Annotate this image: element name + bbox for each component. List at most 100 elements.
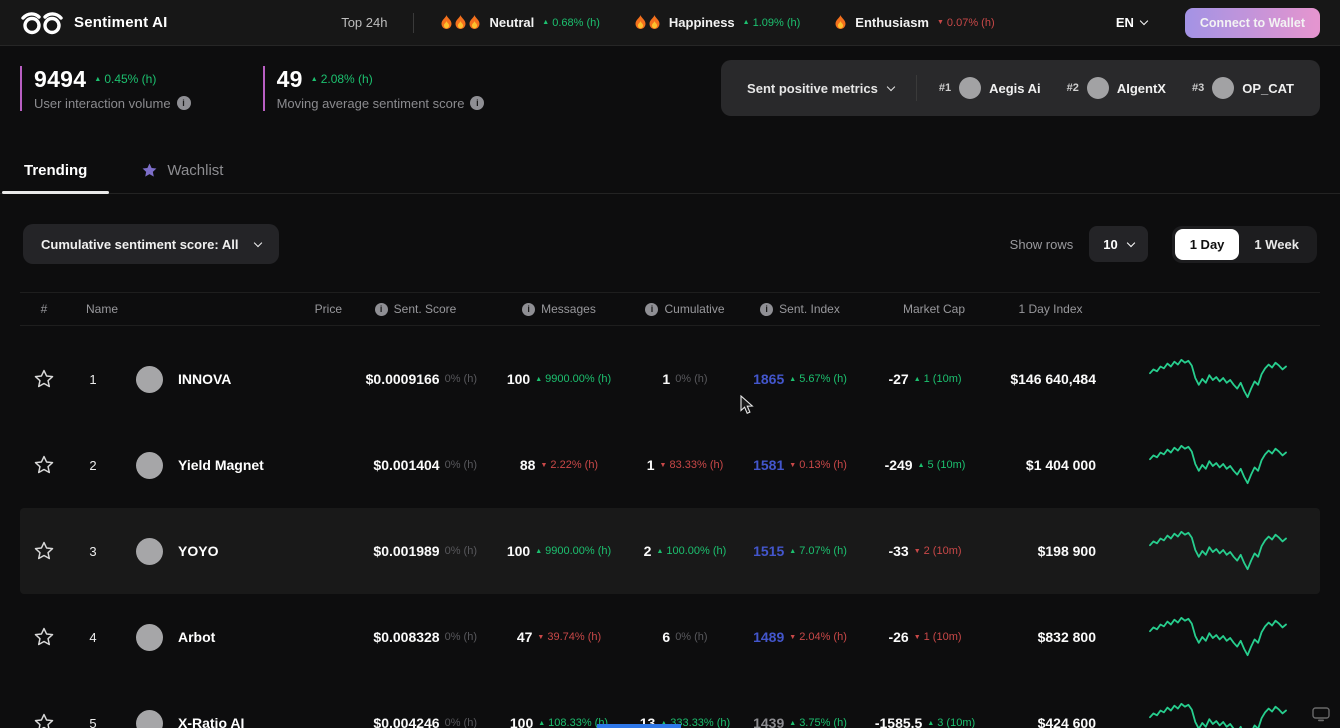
triangle-up-icon: ▲ [918, 462, 925, 469]
row-cumulative: 1581 ▼0.13% (h) [735, 457, 865, 473]
favorite-star-icon [33, 454, 55, 476]
row-rank: 2 [68, 458, 118, 473]
navbar-metric-neutral: Neutral ▲0.68% (h) [440, 15, 599, 30]
table-row[interactable]: 2Yield Magnet$0.0014040% (h)88▼2.22% (h)… [20, 422, 1320, 508]
score-value: 100 [510, 715, 533, 728]
cumulative-value[interactable]: 1439 [753, 715, 784, 728]
messages-change: 0% (h) [675, 631, 707, 643]
triangle-up-icon: ▲ [789, 548, 796, 555]
row-price: $0.0083280% (h) [348, 629, 483, 645]
coin-name: Aegis Ai [989, 81, 1041, 96]
row-sent-index: -27▲1 (10m) [865, 371, 985, 387]
ranking-metric-dropdown[interactable]: Sent positive metrics [747, 81, 894, 96]
sentiment-score-filter-dropdown[interactable]: Cumulative sentiment score: All [23, 224, 279, 264]
info-icon[interactable]: i [470, 96, 484, 110]
price-value: $0.001404 [373, 457, 439, 473]
change-text: 5 (10m) [928, 459, 966, 471]
favorite-star-button[interactable] [20, 712, 68, 728]
price-change: 0% (h) [445, 459, 477, 471]
favorite-star-button[interactable] [20, 626, 68, 648]
brand: Sentiment AI [20, 11, 220, 35]
period-button-1-week[interactable]: 1 Week [1239, 229, 1314, 260]
metric-change: ▲0.68% (h) [542, 17, 600, 29]
row-messages: 1▼83.33% (h) [635, 457, 735, 473]
info-icon[interactable]: i [760, 303, 773, 316]
coin-avatar [136, 452, 163, 479]
rank-number: #1 [939, 82, 951, 94]
triangle-down-icon: ▼ [789, 634, 796, 641]
coin-avatar [136, 710, 163, 728]
change-text: 39.74% (h) [547, 631, 601, 643]
favorite-star-button[interactable] [20, 540, 68, 562]
row-rank: 4 [68, 630, 118, 645]
change-text: 0.68% (h) [552, 17, 600, 29]
tab-wachlist[interactable]: Wachlist [119, 150, 245, 193]
bottom-progress-fragment [597, 724, 681, 728]
row-rank: 1 [68, 372, 118, 387]
ranking-item[interactable]: #3OP_CAT [1192, 77, 1294, 99]
table-row[interactable]: 1INNOVA$0.00091660% (h)100▲9900.00% (h)1… [20, 336, 1320, 422]
metric-change: ▲1.09% (h) [743, 17, 801, 29]
header-label: Messages [541, 302, 596, 316]
table-row[interactable]: 4Arbot$0.0083280% (h)47▼39.74% (h)60% (h… [20, 594, 1320, 680]
score-value: 47 [517, 629, 533, 645]
messages-value: 1 [662, 371, 670, 387]
column-header-cumulative: iCumulative [635, 302, 735, 316]
change-text: 3.75% (h) [799, 717, 847, 728]
score-change: ▼2.22% (h) [540, 459, 598, 471]
price-value: $0.004246 [373, 715, 439, 728]
row-sparkline-cell [1116, 611, 1320, 663]
triangle-up-icon: ▲ [311, 76, 318, 83]
price-sparkline-chart [1148, 439, 1288, 491]
triangle-down-icon: ▼ [914, 634, 921, 641]
change-text: 7.07% (h) [799, 545, 847, 557]
price-sparkline-chart [1148, 353, 1288, 405]
column-header-messages: i Messages [483, 302, 635, 316]
price-change: 0% (h) [445, 545, 477, 557]
coin-name: Yield Magnet [178, 457, 264, 473]
fire-icon [834, 15, 847, 30]
change-text: 5.67% (h) [799, 373, 847, 385]
row-sparkline-cell [1116, 697, 1320, 728]
favorite-star-button[interactable] [20, 454, 68, 476]
stat-value: 49 [277, 66, 303, 93]
sent-index-value: -33 [888, 543, 908, 559]
info-icon[interactable]: i [375, 303, 388, 316]
table-row[interactable]: 3YOYO$0.0019890% (h)100▲9900.00% (h)2▲10… [20, 508, 1320, 594]
period-button-1-day[interactable]: 1 Day [1175, 229, 1240, 260]
ranking-item[interactable]: #1 Aegis Ai [939, 77, 1041, 99]
row-sparkline-cell [1116, 353, 1320, 405]
row-name-cell: Arbot [118, 624, 348, 651]
rows-per-page-dropdown[interactable]: 10 [1089, 226, 1147, 262]
messages-change: ▼83.33% (h) [660, 459, 724, 471]
row-cumulative: 1515 ▲7.07% (h) [735, 543, 865, 559]
fire-icon [648, 15, 661, 30]
stat-change: ▲ 2.08% (h) [311, 72, 373, 86]
info-icon[interactable]: i [177, 96, 191, 110]
info-icon[interactable]: i [522, 303, 535, 316]
row-sent-index: -249▲5 (10m) [865, 457, 985, 473]
metric-label: Neutral [489, 15, 534, 30]
change-text: 2 (10m) [924, 545, 962, 557]
cumulative-value[interactable]: 1581 [753, 457, 784, 473]
row-cumulative: 1439▲3.75% (h) [735, 715, 865, 728]
row-price: $0.00091660% (h) [348, 371, 483, 387]
cumulative-value[interactable]: 1515 [753, 543, 784, 559]
tab-trending[interactable]: Trending [2, 150, 109, 193]
table-row[interactable]: 5X-Ratio AI$0.0042460% (h)100▲108.33% (h… [20, 680, 1320, 728]
app-title: Sentiment AI [74, 14, 168, 31]
favorite-star-button[interactable] [20, 368, 68, 390]
chevron-down-icon [887, 82, 895, 90]
connect-wallet-button[interactable]: Connect to Wallet [1185, 8, 1320, 38]
change-text: 0.13% (h) [799, 459, 847, 471]
header-label: Market Cap [903, 302, 965, 316]
ranking-item[interactable]: #2AIgentX [1067, 77, 1166, 99]
cumulative-value[interactable]: 1865 [753, 371, 784, 387]
cumulative-change: ▼0.13% (h) [789, 459, 847, 471]
info-icon[interactable]: i [645, 303, 658, 316]
fire-icon [468, 15, 481, 30]
favorite-star-icon [33, 626, 55, 648]
sent-index-value: -26 [888, 629, 908, 645]
cumulative-value[interactable]: 1489 [753, 629, 784, 645]
language-selector[interactable]: EN [1116, 15, 1147, 30]
